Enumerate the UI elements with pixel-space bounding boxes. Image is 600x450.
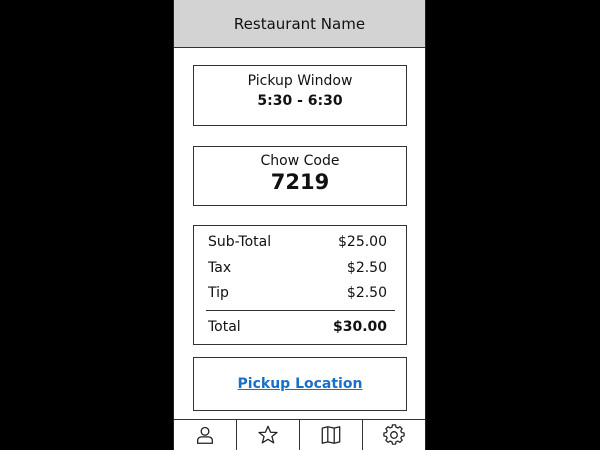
restaurant-name: Restaurant Name: [233, 14, 366, 33]
totals-divider: [206, 310, 395, 311]
nav-settings[interactable]: [363, 420, 425, 450]
tax-label: Tax: [208, 260, 232, 276]
map-icon: [321, 426, 341, 444]
tip-amount: $2.50: [346, 285, 387, 301]
chow-code-card: Chow Code 7219: [193, 146, 407, 206]
nav-favorites[interactable]: [237, 420, 300, 450]
total-row: Total $30.00: [208, 319, 387, 335]
bottom-nav: [174, 419, 425, 450]
phone-screen: Restaurant Name Pickup Window 5:30 - 6:3…: [173, 0, 426, 450]
tax-row: Tax $2.50: [208, 260, 387, 276]
gear-icon: [383, 424, 405, 445]
pickup-window-card: Pickup Window 5:30 - 6:30: [193, 65, 407, 126]
tax-amount: $2.50: [346, 260, 387, 276]
subtotal-row: Sub-Total $25.00: [208, 234, 387, 250]
total-label: Total: [208, 319, 241, 335]
nav-map[interactable]: [300, 420, 363, 450]
pickup-location-card: Pickup Location: [193, 357, 407, 411]
chow-code-value: 7219: [270, 170, 330, 194]
app-header: Restaurant Name: [174, 0, 425, 48]
order-totals-card: Sub-Total $25.00 Tax $2.50 Tip $2.50 Tot…: [193, 225, 407, 345]
chow-code-label: Chow Code: [260, 153, 340, 169]
pickup-window-label: Pickup Window: [247, 73, 353, 89]
subtotal-amount: $25.00: [338, 234, 387, 250]
tip-row: Tip $2.50: [208, 285, 387, 301]
total-amount: $30.00: [332, 319, 387, 335]
pickup-window-value: 5:30 - 6:30: [257, 93, 343, 109]
tip-label: Tip: [208, 285, 229, 301]
pickup-location-link[interactable]: Pickup Location: [238, 376, 363, 392]
star-icon: [258, 425, 278, 444]
subtotal-label: Sub-Total: [208, 234, 272, 250]
profile-icon: [197, 426, 213, 444]
nav-profile[interactable]: [174, 420, 237, 450]
